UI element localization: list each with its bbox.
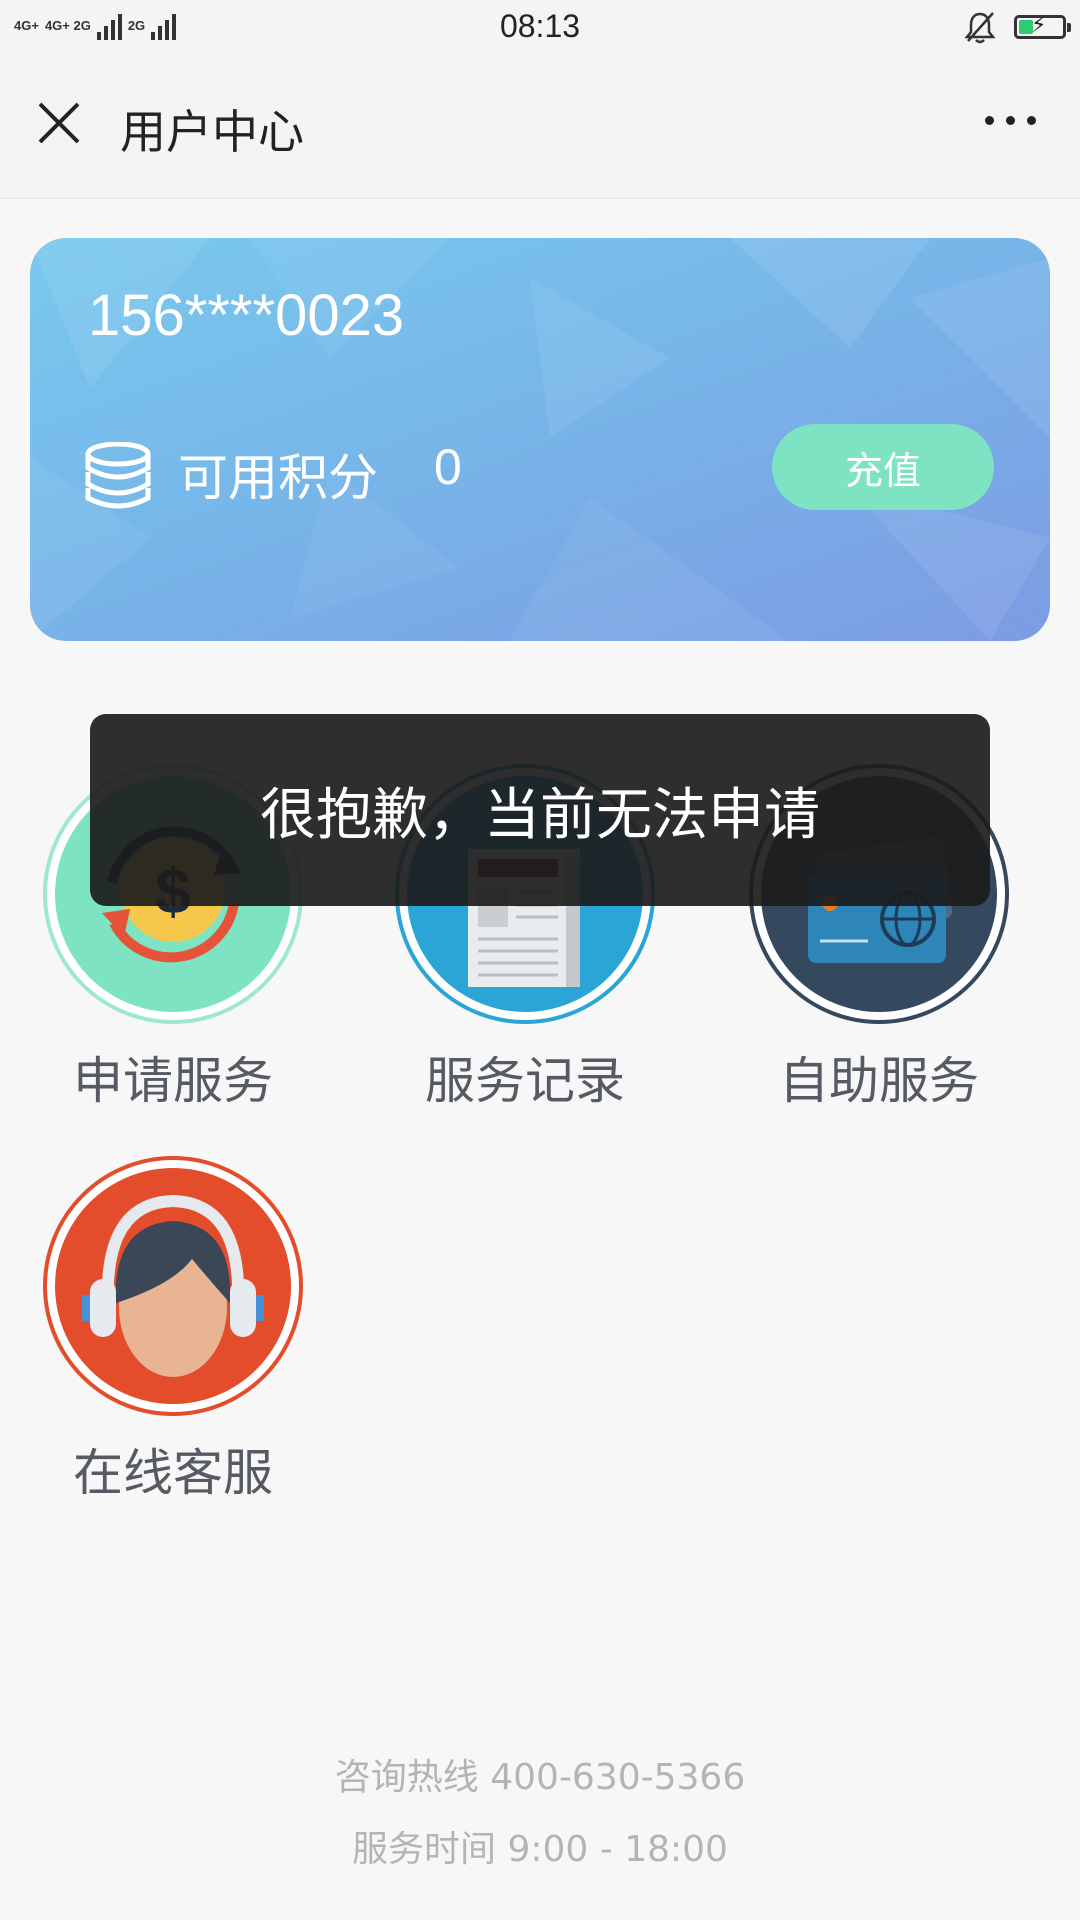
points-value: 0 bbox=[434, 439, 462, 495]
service-online-support[interactable]: 在线客服 bbox=[42, 1155, 304, 1505]
service-hours-text: 服务时间 9:00 - 18:00 bbox=[352, 1829, 728, 1870]
service-label: 服务记录 bbox=[425, 1052, 625, 1110]
recharge-button[interactable]: 充值 bbox=[772, 424, 994, 510]
toast-message: 很抱歉，当前无法申请 bbox=[90, 714, 990, 906]
coin-stack-icon bbox=[85, 442, 151, 509]
account-phone: 156****0023 bbox=[88, 283, 405, 348]
status-bar: 4G+ 4G+ 2G 2G 08:13 ⚡ bbox=[0, 0, 1080, 56]
service-label: 在线客服 bbox=[73, 1444, 273, 1502]
clock: 08:13 bbox=[499, 8, 581, 44]
points-label: 可用积分 bbox=[178, 449, 378, 507]
nav-bar: 用户中心 bbox=[0, 56, 1080, 199]
service-label: 申请服务 bbox=[73, 1052, 273, 1110]
page-title: 用户中心 bbox=[120, 105, 304, 159]
account-card: 156****0023 可用积分 0 充值 bbox=[30, 238, 1050, 641]
service-label: 自助服务 bbox=[779, 1052, 979, 1110]
close-icon[interactable] bbox=[34, 98, 84, 148]
status-icons: ⚡ bbox=[964, 10, 1071, 44]
battery-icon: ⚡ bbox=[1014, 13, 1071, 39]
more-options-icon[interactable] bbox=[985, 116, 1036, 125]
hotline-text: 咨询热线 400-630-5366 bbox=[334, 1757, 746, 1798]
bell-muted-icon bbox=[964, 12, 996, 44]
headset-agent-icon bbox=[42, 1155, 304, 1417]
